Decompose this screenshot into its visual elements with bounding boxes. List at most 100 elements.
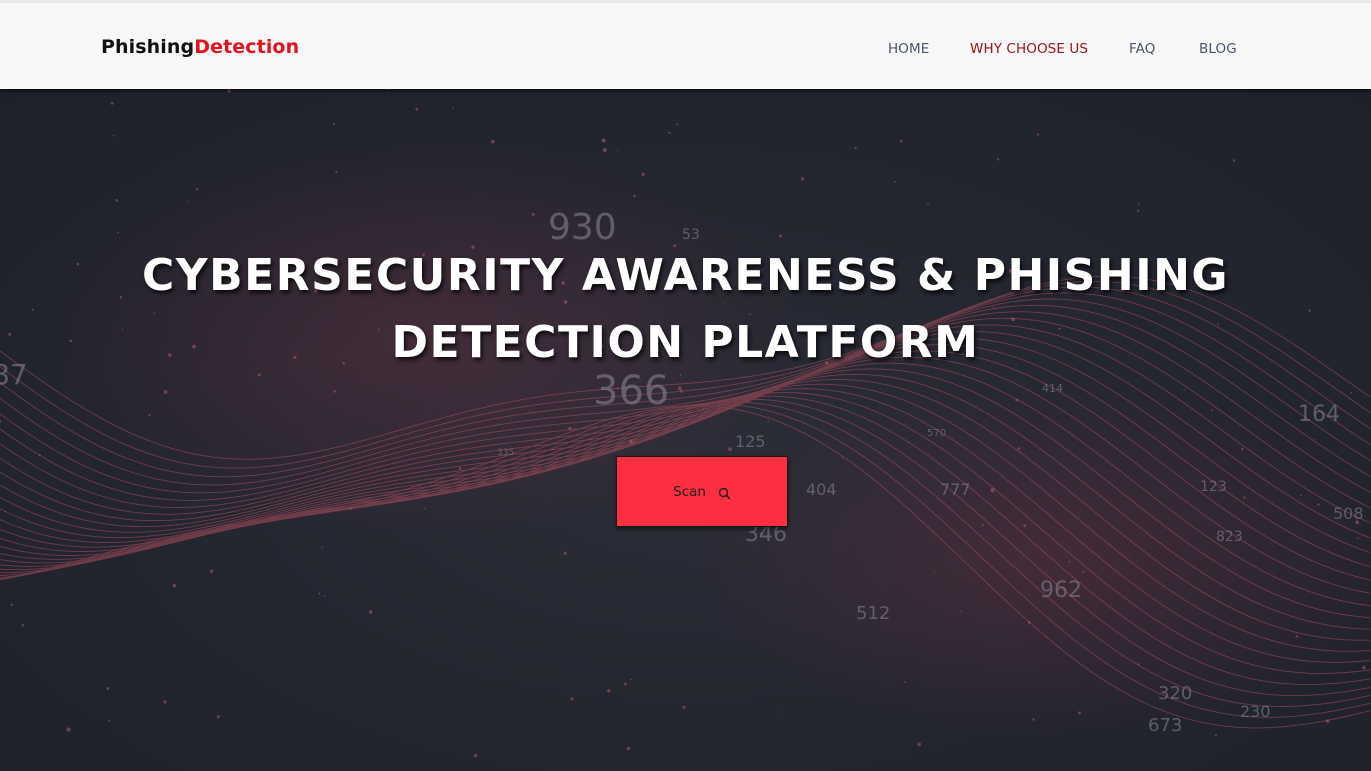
bg-dot <box>112 134 115 137</box>
bg-dot <box>894 180 896 183</box>
bg-number: 164 <box>1298 402 1340 427</box>
bg-dot <box>981 523 984 526</box>
bg-dot <box>163 390 168 394</box>
bg-dot <box>531 212 535 216</box>
navbar: PhishingDetection HOME WHY CHOOSE US FAQ… <box>0 0 1371 89</box>
bg-dot <box>668 131 671 134</box>
bg-dot <box>473 753 478 758</box>
bg-dot <box>749 313 751 316</box>
bg-dot <box>452 107 454 109</box>
main-nav: HOME WHY CHOOSE US FAQ BLOG <box>0 41 1371 61</box>
bg-dot <box>1211 409 1213 411</box>
bg-dot <box>1241 448 1244 451</box>
bg-dot <box>1362 665 1366 670</box>
bg-number: 335 <box>497 448 514 458</box>
bg-dot <box>933 570 936 572</box>
search-icon <box>718 485 731 500</box>
bg-dot <box>602 148 607 152</box>
bg-number: 320 <box>1158 683 1192 704</box>
bg-number: 125 <box>735 432 766 451</box>
bg-dot <box>318 592 321 595</box>
bg-dot <box>210 569 214 573</box>
nav-item-why-choose-us[interactable]: WHY CHOOSE US <box>970 41 1088 57</box>
background-data-waves: 930 366 164 512 320 230 673 123 823 404 … <box>0 89 1371 758</box>
bg-dot <box>368 610 373 614</box>
bg-dot <box>1032 718 1035 721</box>
bg-dot <box>227 89 231 93</box>
hero-title-line-2: DETECTION PLATFORM <box>391 317 980 368</box>
bg-dot <box>904 681 907 683</box>
bg-dot <box>633 194 636 198</box>
bg-dot <box>854 146 857 150</box>
bg-dot <box>196 188 199 191</box>
bg-dot <box>115 199 118 202</box>
hero-section: 930 366 164 512 320 230 673 123 823 404 … <box>0 89 1371 771</box>
bg-number: 414 <box>1042 382 1063 395</box>
bg-number: 366 <box>593 368 669 414</box>
bg-dot <box>1078 711 1081 715</box>
bg-dot <box>728 447 732 452</box>
bg-dot <box>1023 524 1027 528</box>
bg-dot <box>679 389 683 393</box>
bg-dot <box>568 426 572 430</box>
bg-dot <box>722 303 725 305</box>
bg-dot <box>905 423 907 425</box>
bg-number: 512 <box>856 603 890 624</box>
bg-dot <box>335 171 338 174</box>
bg-dot <box>110 101 114 105</box>
bg-dot <box>1138 663 1140 665</box>
nav-item-home[interactable]: HOME <box>888 41 929 57</box>
scan-button[interactable]: Scan <box>616 456 788 527</box>
bg-dot <box>1017 447 1021 450</box>
bg-dot <box>917 742 922 747</box>
bg-dot <box>677 386 682 391</box>
bg-dot <box>333 390 336 393</box>
bg-dot <box>601 138 606 143</box>
bg-dot <box>676 123 679 126</box>
scan-button-label: Scan <box>673 483 706 500</box>
bg-dot <box>767 420 770 423</box>
bg-dot <box>21 624 25 627</box>
bg-dot <box>629 439 633 444</box>
nav-item-faq[interactable]: FAQ <box>1129 41 1155 57</box>
bg-dot <box>1082 570 1085 573</box>
bg-dot <box>0 420 2 423</box>
bg-dot <box>993 306 995 308</box>
bg-dot <box>990 488 995 493</box>
page: PhishingDetection HOME WHY CHOOSE US FAQ… <box>0 0 1371 771</box>
bg-dot <box>624 682 627 686</box>
bg-dot <box>1357 537 1359 540</box>
bg-dot <box>1308 309 1311 312</box>
bg-dot <box>106 687 110 690</box>
bg-number: 404 <box>806 480 837 499</box>
bg-dot <box>927 203 929 205</box>
bg-dot <box>31 308 35 311</box>
bg-dot <box>779 234 782 238</box>
bg-dot <box>1137 209 1140 212</box>
bg-dot <box>458 467 462 470</box>
bg-dot <box>1350 392 1353 394</box>
bg-dot <box>172 584 177 588</box>
bg-number: 823 <box>1216 529 1243 545</box>
bg-dot <box>679 374 682 376</box>
hero-title-line-1: CYBERSECURITY AWARENESS & PHISHING <box>141 250 1230 301</box>
bg-dot <box>257 373 261 377</box>
nav-item-blog[interactable]: BLOG <box>1199 41 1237 57</box>
bg-dot <box>841 456 843 459</box>
bg-number: 930 <box>548 207 617 248</box>
bg-dot <box>630 678 632 681</box>
bg-dot <box>1295 635 1299 638</box>
bg-dot <box>673 244 677 248</box>
bg-number: 673 <box>1148 715 1182 736</box>
bg-dot <box>349 507 352 510</box>
bg-dot <box>1317 503 1320 506</box>
bg-dot <box>781 711 783 713</box>
bg-dot <box>801 177 805 181</box>
bg-dot <box>186 200 188 202</box>
bg-dot <box>1036 133 1040 136</box>
bg-dot <box>626 746 631 751</box>
bg-dot <box>117 231 119 234</box>
bg-number: 230 <box>1240 702 1271 721</box>
bg-dot <box>1015 398 1019 402</box>
bg-dot <box>10 603 13 606</box>
